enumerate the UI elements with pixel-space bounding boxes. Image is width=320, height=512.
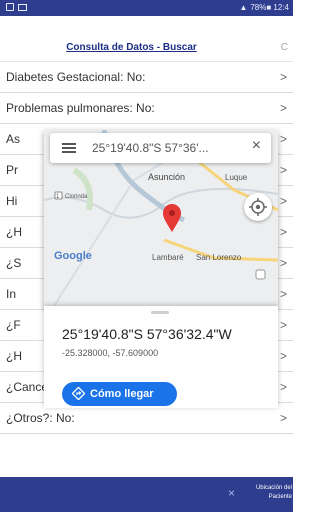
chevron-right-icon: >	[279, 411, 287, 425]
map-label-clorinda: Clorinda	[65, 194, 88, 200]
map-search-text[interactable]: 25°19'40.8"S 57°36'...	[92, 141, 209, 155]
chevron-right-icon: >	[279, 380, 287, 394]
list-item-label: ¿Otros?: No:	[6, 411, 75, 425]
list-item[interactable]: Diabetes Gestacional: No: >	[0, 62, 293, 93]
page-title[interactable]: Consulta de Datos - Buscar	[0, 42, 263, 53]
directions-button[interactable]: Cómo llegar	[62, 382, 177, 406]
list-item-label: Hi	[6, 194, 18, 208]
close-icon[interactable]: ×	[228, 486, 235, 500]
header-partial-label[interactable]: C	[281, 42, 288, 53]
coordinates-dms: 25°19'40.8"S 57°36'32.4"W	[62, 326, 232, 342]
directions-icon	[72, 387, 85, 400]
gallery-icon	[6, 3, 14, 11]
close-icon[interactable]: ×	[252, 137, 261, 155]
chevron-right-icon: >	[279, 256, 287, 270]
chevron-right-icon: >	[279, 349, 287, 363]
map-label-san-lorenzo: San Lorenzo	[196, 253, 242, 262]
map-label-lambare: Lambaré	[152, 253, 184, 262]
google-logo: Google	[54, 250, 92, 262]
chevron-right-icon: >	[279, 163, 287, 177]
list-item-label: As	[6, 132, 21, 146]
list-item-label: ¿S	[6, 256, 22, 270]
list-item-label: Diabetes Gestacional: No:	[6, 70, 146, 84]
sheet-drag-handle[interactable]	[151, 311, 169, 314]
list-item-label: In	[6, 287, 17, 301]
message-icon	[18, 4, 27, 11]
app-header: Consulta de Datos - Buscar C	[0, 16, 293, 62]
menu-icon[interactable]	[62, 143, 76, 153]
coordinates-decimal: -25.328000, -57.609000	[62, 348, 159, 358]
chevron-right-icon: >	[279, 132, 287, 146]
list-item-label: Problemas pulmonares: No:	[6, 101, 155, 115]
my-location-button[interactable]	[244, 193, 272, 221]
list-item-label: ¿H	[6, 349, 22, 363]
directions-label: Cómo llegar	[90, 388, 154, 400]
map-label-asuncion: Asunción	[148, 172, 185, 182]
list-item-label: ¿F	[6, 318, 21, 332]
chevron-right-icon: >	[279, 225, 287, 239]
chevron-right-icon: >	[279, 194, 287, 208]
list-item-label: Pr	[6, 163, 18, 177]
status-bar: ▲ 78%■ 12:4	[0, 0, 293, 16]
chevron-right-icon: >	[279, 287, 287, 301]
signal-icon: ▲	[239, 3, 248, 12]
bottom-bar: × Ubicación del Paciente	[0, 477, 293, 512]
chevron-right-icon: >	[279, 101, 287, 115]
map-info-icon[interactable]	[255, 269, 266, 280]
chevron-right-icon: >	[279, 70, 287, 84]
chevron-right-icon: >	[279, 318, 287, 332]
crosshair-icon	[249, 198, 267, 216]
status-right-text: 78%■ 12:4	[250, 3, 289, 12]
patient-location-label[interactable]: Ubicación del Paciente	[244, 484, 292, 502]
list-item-label: ¿H	[6, 225, 22, 239]
list-item[interactable]: Problemas pulmonares: No: >	[0, 93, 293, 124]
map-search-bar[interactable]: 25°19'40.8"S 57°36'... ×	[50, 133, 271, 163]
map-label-luque: Luque	[225, 173, 248, 182]
